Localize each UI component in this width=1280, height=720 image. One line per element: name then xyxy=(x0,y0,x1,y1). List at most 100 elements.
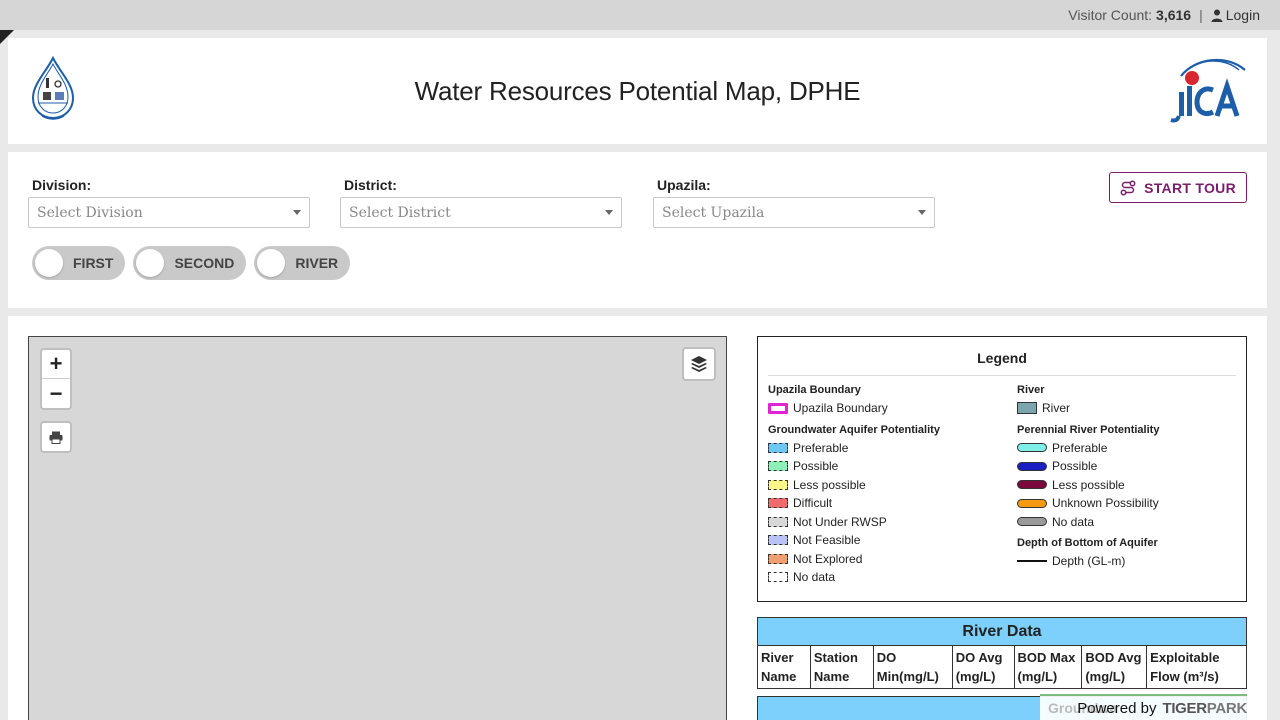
dphe-logo xyxy=(31,56,75,120)
legend-heading-depth: Depth of Bottom of Aquifer xyxy=(1017,537,1158,549)
district-select[interactable]: Select District xyxy=(340,197,622,228)
filter-panel: Division: Select Division District: Sele… xyxy=(8,152,1267,308)
toggle-first[interactable]: FIRST xyxy=(32,246,126,280)
jica-logo xyxy=(1170,58,1246,123)
map-view[interactable]: + − xyxy=(28,336,727,720)
zoom-in-button[interactable]: + xyxy=(42,350,70,379)
legend-item: No data xyxy=(1017,513,1159,532)
powered-by-label: Powered by xyxy=(1077,699,1157,717)
login-label: Login xyxy=(1225,7,1260,23)
division-select[interactable]: Select Division xyxy=(28,197,310,228)
perennial-legend-list: Preferable Possible Less possible Unknown P… xyxy=(1017,439,1159,532)
legend-item-label: Unknown Possibility xyxy=(1052,496,1159,511)
brand-part-a: TIGER xyxy=(1162,699,1207,717)
groundwater-legend-list: Preferable Possible Less possible Difficult… xyxy=(768,439,940,587)
toggle-first-label: FIRST xyxy=(73,255,114,271)
legend-item: Less possible xyxy=(768,476,940,495)
legend-swatch xyxy=(768,442,788,453)
user-icon xyxy=(1211,9,1223,22)
division-field: Division: Select Division xyxy=(28,177,310,228)
legend-item: Not Feasible xyxy=(768,531,940,550)
table-column-header: BOD Max (mg/L) xyxy=(1013,646,1083,689)
brand-part-b: PARK xyxy=(1206,699,1248,717)
legend-item: Possible xyxy=(1017,457,1159,476)
legend-item-label: Difficult xyxy=(793,496,833,511)
legend-item: Not Explored xyxy=(768,550,940,569)
division-label: Division: xyxy=(32,177,92,193)
legend-left-column: Upazila Boundary Upazila Boundary Ground… xyxy=(768,384,940,587)
print-button[interactable] xyxy=(40,421,72,453)
legend-item: Upazila Boundary xyxy=(768,399,940,418)
upazila-field: Upazila: Select Upazila xyxy=(653,177,935,228)
chevron-down-icon xyxy=(605,210,613,215)
toggle-knob xyxy=(136,249,165,277)
legend-heading-upazila: Upazila Boundary xyxy=(768,384,861,396)
toggle-knob xyxy=(257,249,286,277)
page-title: Water Resources Potential Map, DPHE xyxy=(414,75,861,106)
legend-item: Not Under RWSP xyxy=(768,513,940,532)
legend-swatch xyxy=(768,479,788,490)
legend-swatch xyxy=(1017,498,1047,508)
legend-item: Unknown Possibility xyxy=(1017,494,1159,513)
legend-item-label: Possible xyxy=(793,459,839,474)
toggle-second[interactable]: SECOND xyxy=(133,246,247,280)
depth-line-swatch xyxy=(1017,560,1047,563)
river-data-title: River Data xyxy=(757,617,1247,646)
main-panel: + − Legend Upazila Boundary Upazila Boun… xyxy=(8,316,1267,720)
tigerpark-logo: TIGERPARK xyxy=(1162,700,1247,717)
toggle-river[interactable]: RIVER xyxy=(254,246,351,280)
page-header: Water Resources Potential Map, DPHE xyxy=(8,38,1267,144)
top-bar: Visitor Count: 3,616 | Login xyxy=(0,0,1280,30)
legend-swatch xyxy=(768,572,788,583)
powered-by-badge[interactable]: Groundwa Powered by TIGERPARK xyxy=(1040,694,1247,720)
legend-item: Difficult xyxy=(768,494,940,513)
legend-item: Possible xyxy=(768,457,940,476)
division-placeholder: Select Division xyxy=(37,204,143,221)
chevron-down-icon xyxy=(293,210,301,215)
legend-heading-groundwater: Groundwater Aquifer Potentiality xyxy=(768,423,940,436)
legend-right-column: River River Perennial River Potentiality… xyxy=(1017,384,1159,571)
table-column-header: DO Min(mg/L) xyxy=(872,646,953,689)
legend-swatch xyxy=(768,461,788,472)
legend-item: Depth (GL-m) xyxy=(1017,552,1159,571)
district-field: District: Select District xyxy=(340,177,622,228)
toggle-second-label: SECOND xyxy=(174,255,235,271)
legend-item-label: Less possible xyxy=(1052,477,1125,492)
legend-item-label: Not Under RWSP xyxy=(793,514,887,529)
start-tour-button[interactable]: START TOUR xyxy=(1109,172,1247,203)
upazila-boundary-swatch xyxy=(768,402,788,414)
legend-item: Less possible xyxy=(1017,476,1159,495)
legend-swatch xyxy=(1017,517,1047,527)
table-column-header: BOD Avg (mg/L) xyxy=(1081,646,1148,689)
upazila-label: Upazila: xyxy=(657,177,711,193)
legend-swatch xyxy=(768,553,788,564)
legend-item-label: Upazila Boundary xyxy=(793,401,888,416)
legend-swatch xyxy=(1017,443,1047,453)
upazila-select[interactable]: Select Upazila xyxy=(653,197,935,228)
table-column-header: River Name xyxy=(757,646,811,689)
legend-item-label: Not Explored xyxy=(793,551,863,566)
river-data-table: River Name Station Name DO Min(mg/L) DO Avg… xyxy=(757,646,1247,689)
legend-panel: Legend Upazila Boundary Upazila Boundary… xyxy=(757,336,1247,602)
login-link[interactable]: Login xyxy=(1211,7,1260,23)
visitor-count-value: 3,616 xyxy=(1156,7,1192,23)
layers-button[interactable] xyxy=(682,347,716,381)
legend-item-label: Depth (GL-m) xyxy=(1052,554,1126,569)
legend-item-label: Not Feasible xyxy=(793,533,861,548)
topbar-separator: | xyxy=(1199,7,1203,23)
route-icon xyxy=(1120,180,1136,195)
legend-item-label: Possible xyxy=(1052,459,1098,474)
chevron-down-icon xyxy=(918,210,926,215)
table-column-header: Station Name xyxy=(809,646,874,689)
legend-item-label: Preferable xyxy=(793,440,849,455)
legend-item-label: No data xyxy=(1052,514,1095,529)
zoom-out-button[interactable]: − xyxy=(42,379,70,408)
legend-swatch xyxy=(768,535,788,546)
printer-icon xyxy=(49,431,63,444)
river-swatch xyxy=(1017,402,1037,415)
legend-swatch xyxy=(768,516,788,527)
legend-swatch xyxy=(1017,461,1047,471)
legend-title: Legend xyxy=(768,350,1236,376)
toggle-river-label: RIVER xyxy=(295,255,339,271)
start-tour-label: START TOUR xyxy=(1144,179,1236,196)
